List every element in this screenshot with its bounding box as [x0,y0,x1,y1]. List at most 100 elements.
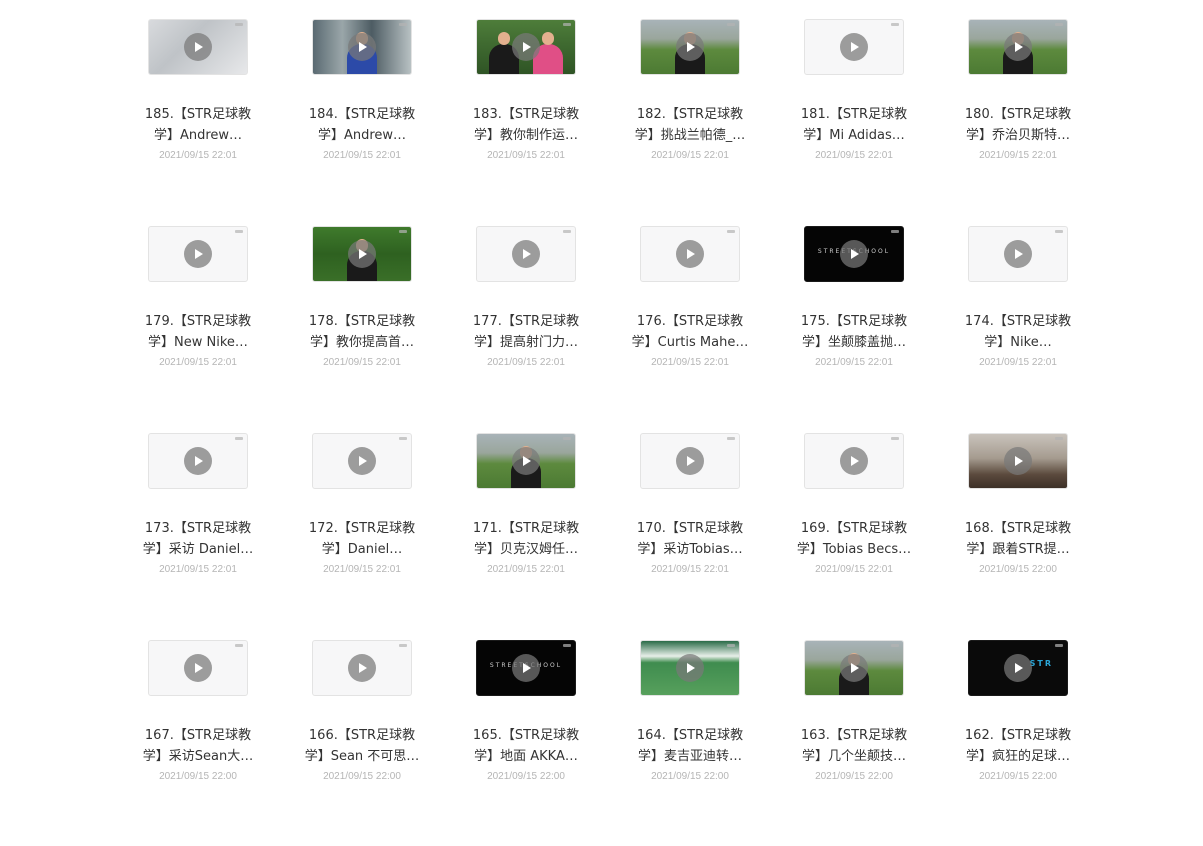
video-title[interactable]: 180.【STR足球教 学】乔治贝斯特… [952,104,1084,146]
video-title[interactable]: 183.【STR足球教 学】教你制作运… [460,104,592,146]
play-icon[interactable] [184,447,212,475]
video-thumbnail[interactable]: STREETSCHOOL [476,640,576,696]
video-card-6[interactable]: 179.【STR足球教 学】New Nike… 2021/09/15 22:01 [116,225,280,432]
video-card-8[interactable]: 177.【STR足球教 学】提高射门力… 2021/09/15 22:01 [444,225,608,432]
video-card-14[interactable]: 171.【STR足球教 学】贝克汉姆任… 2021/09/15 22:01 [444,432,608,639]
play-icon[interactable] [676,33,704,61]
video-thumbnail[interactable]: STREETSCHOOL [804,226,904,282]
video-title[interactable]: 174.【STR足球教 学】Nike… [952,311,1084,353]
video-thumbnail[interactable] [968,433,1068,489]
video-title[interactable]: 169.【STR足球教 学】Tobias Becs… [788,518,920,560]
play-icon[interactable] [348,240,376,268]
video-date: 2021/09/15 22:01 [323,357,401,368]
play-icon[interactable] [512,33,540,61]
video-title[interactable]: 165.【STR足球教 学】地面 AKKA… [460,725,592,767]
video-thumbnail[interactable] [312,226,412,282]
video-title[interactable]: 168.【STR足球教 学】跟着STR提… [952,518,1084,560]
video-card-18[interactable]: 167.【STR足球教 学】采访Sean大… 2021/09/15 22:00 [116,639,280,846]
play-icon[interactable] [676,654,704,682]
video-card-5[interactable]: 180.【STR足球教 学】乔治贝斯特… 2021/09/15 22:01 [936,18,1100,225]
video-card-15[interactable]: 170.【STR足球教 学】采访Tobias… 2021/09/15 22:01 [608,432,772,639]
video-title[interactable]: 163.【STR足球教 学】几个坐颠技… [788,725,920,767]
video-title[interactable]: 178.【STR足球教 学】教你提高首… [296,311,428,353]
video-card-17[interactable]: 168.【STR足球教 学】跟着STR提… 2021/09/15 22:00 [936,432,1100,639]
video-title[interactable]: 176.【STR足球教 学】Curtis Mahe… [624,311,756,353]
video-thumbnail[interactable] [148,433,248,489]
video-title[interactable]: 162.【STR足球教 学】疯狂的足球… [952,725,1084,767]
video-thumbnail[interactable] [312,640,412,696]
video-title[interactable]: 172.【STR足球教 学】Daniel… [296,518,428,560]
video-card-23[interactable]: STR 162.【STR足球教 学】疯狂的足球… 2021/09/15 22:0… [936,639,1100,846]
video-thumbnail[interactable] [968,19,1068,75]
play-icon[interactable] [184,33,212,61]
video-title[interactable]: 170.【STR足球教 学】采访Tobias… [624,518,756,560]
play-icon[interactable] [512,447,540,475]
video-title[interactable]: 184.【STR足球教 学】Andrew… [296,104,428,146]
video-card-3[interactable]: 182.【STR足球教 学】挑战兰帕德_… 2021/09/15 22:01 [608,18,772,225]
video-card-11[interactable]: 174.【STR足球教 学】Nike… 2021/09/15 22:01 [936,225,1100,432]
video-title[interactable]: 171.【STR足球教 学】贝克汉姆任… [460,518,592,560]
video-card-0[interactable]: 185.【STR足球教 学】Andrew… 2021/09/15 22:01 [116,18,280,225]
play-icon[interactable] [840,33,868,61]
play-icon[interactable] [184,240,212,268]
play-icon[interactable] [1004,240,1032,268]
play-icon[interactable] [184,654,212,682]
video-thumbnail[interactable] [640,640,740,696]
video-thumbnail[interactable] [476,433,576,489]
play-icon[interactable] [1004,447,1032,475]
video-thumbnail[interactable] [148,640,248,696]
video-card-22[interactable]: 163.【STR足球教 学】几个坐颠技… 2021/09/15 22:00 [772,639,936,846]
play-icon[interactable] [348,654,376,682]
video-title[interactable]: 182.【STR足球教 学】挑战兰帕德_… [624,104,756,146]
video-card-19[interactable]: 166.【STR足球教 学】Sean 不可思… 2021/09/15 22:00 [280,639,444,846]
video-card-13[interactable]: 172.【STR足球教 学】Daniel… 2021/09/15 22:01 [280,432,444,639]
play-icon[interactable] [840,654,868,682]
duration-badge [1055,23,1063,26]
video-title[interactable]: 173.【STR足球教 学】采访 Daniel… [132,518,264,560]
video-card-12[interactable]: 173.【STR足球教 学】采访 Daniel… 2021/09/15 22:0… [116,432,280,639]
duration-badge [727,437,735,440]
video-thumbnail[interactable] [804,433,904,489]
play-icon[interactable] [512,654,540,682]
video-card-16[interactable]: 169.【STR足球教 学】Tobias Becs… 2021/09/15 22… [772,432,936,639]
video-thumbnail[interactable] [312,19,412,75]
play-icon[interactable] [1004,654,1032,682]
video-title[interactable]: 175.【STR足球教 学】坐颠膝盖抛… [788,311,920,353]
video-title[interactable]: 179.【STR足球教 学】New Nike… [132,311,264,353]
video-title[interactable]: 164.【STR足球教 学】麦吉亚迪转… [624,725,756,767]
video-card-21[interactable]: 164.【STR足球教 学】麦吉亚迪转… 2021/09/15 22:00 [608,639,772,846]
video-thumbnail[interactable] [476,19,576,75]
video-thumbnail[interactable] [312,433,412,489]
duration-badge [727,644,735,647]
video-title[interactable]: 177.【STR足球教 学】提高射门力… [460,311,592,353]
video-title[interactable]: 185.【STR足球教 学】Andrew… [132,104,264,146]
video-card-2[interactable]: 183.【STR足球教 学】教你制作运… 2021/09/15 22:01 [444,18,608,225]
video-card-10[interactable]: STREETSCHOOL 175.【STR足球教 学】坐颠膝盖抛… 2021/0… [772,225,936,432]
video-thumbnail[interactable] [968,226,1068,282]
video-thumbnail[interactable] [804,640,904,696]
video-thumbnail[interactable] [148,226,248,282]
video-card-7[interactable]: 178.【STR足球教 学】教你提高首… 2021/09/15 22:01 [280,225,444,432]
video-card-20[interactable]: STREETSCHOOL 165.【STR足球教 学】地面 AKKA… 2021… [444,639,608,846]
play-icon[interactable] [512,240,540,268]
play-icon[interactable] [348,447,376,475]
play-icon[interactable] [676,447,704,475]
video-card-1[interactable]: 184.【STR足球教 学】Andrew… 2021/09/15 22:01 [280,18,444,225]
video-thumbnail[interactable] [476,226,576,282]
video-thumbnail[interactable] [804,19,904,75]
play-icon[interactable] [1004,33,1032,61]
video-title[interactable]: 167.【STR足球教 学】采访Sean大… [132,725,264,767]
play-icon[interactable] [676,240,704,268]
video-thumbnail[interactable] [148,19,248,75]
video-card-4[interactable]: 181.【STR足球教 学】Mi Adidas… 2021/09/15 22:0… [772,18,936,225]
play-icon[interactable] [840,240,868,268]
video-thumbnail[interactable] [640,226,740,282]
video-title[interactable]: 166.【STR足球教 学】Sean 不可思… [296,725,428,767]
play-icon[interactable] [348,33,376,61]
video-thumbnail[interactable] [640,19,740,75]
play-icon[interactable] [840,447,868,475]
video-title[interactable]: 181.【STR足球教 学】Mi Adidas… [788,104,920,146]
video-thumbnail[interactable] [640,433,740,489]
video-card-9[interactable]: 176.【STR足球教 学】Curtis Mahe… 2021/09/15 22… [608,225,772,432]
video-thumbnail[interactable]: STR [968,640,1068,696]
